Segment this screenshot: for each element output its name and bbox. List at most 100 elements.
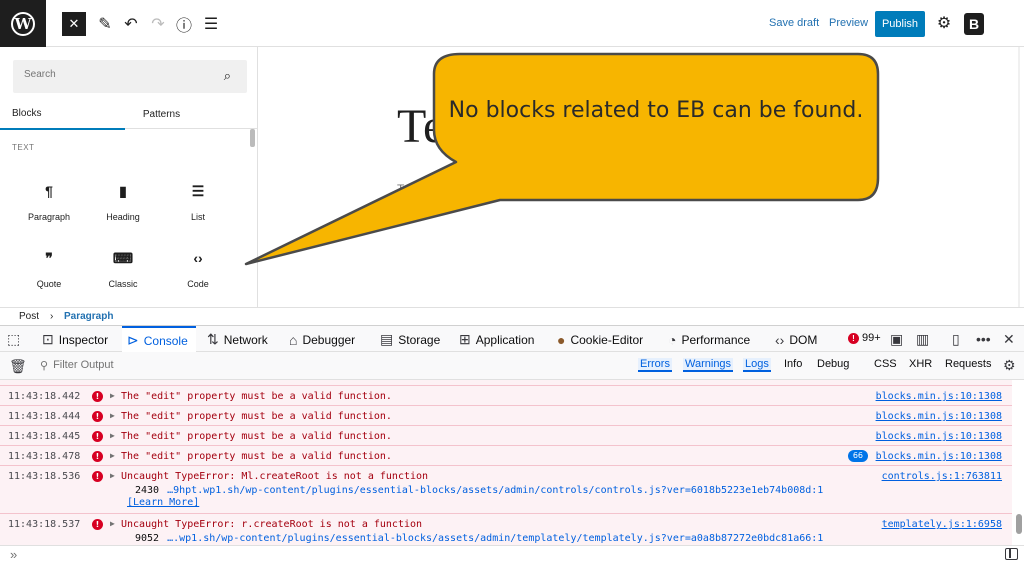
block-classic[interactable]: ⌨ Classic: [86, 247, 160, 303]
tab-inspector[interactable]: ⊡ Inspector: [38, 326, 112, 353]
filter-css[interactable]: CSS: [872, 358, 899, 370]
error-icon: !: [92, 391, 103, 402]
tab-cookie-editor[interactable]: ● Cookie-Editor: [557, 326, 643, 353]
bookmark-icon: ▮: [119, 183, 127, 199]
paragraph-icon: ¶: [45, 183, 53, 199]
block-label: Code: [187, 279, 209, 289]
more-options-icon[interactable]: •••: [976, 331, 991, 347]
console-settings-gear-icon[interactable]: ⚙: [1003, 357, 1016, 374]
block-list[interactable]: ☰ List: [161, 180, 235, 236]
undo-icon[interactable]: ↶: [119, 12, 143, 36]
block-search[interactable]: ⌕: [13, 60, 247, 93]
expand-twisty-icon[interactable]: ▶: [110, 391, 115, 400]
tab-application[interactable]: ⊞ Application: [459, 326, 534, 353]
console-row[interactable]: 11:43:18.536 ! ▶ Uncaught TypeError: Ml.…: [0, 466, 1012, 514]
preview-button[interactable]: Preview: [829, 17, 868, 29]
debugger-icon: ⌂: [289, 331, 298, 348]
block-quote[interactable]: ❞ Quote: [12, 247, 86, 303]
close-devtools-icon[interactable]: ✕: [1003, 331, 1015, 348]
stack-url[interactable]: ….wp1.sh/wp-content/plugins/essential-bl…: [167, 533, 823, 544]
learn-more-link[interactable]: [Learn More]: [127, 497, 199, 508]
filter-logs[interactable]: Logs: [743, 358, 771, 372]
application-grid-icon: ⊞: [459, 331, 471, 347]
pencil-icon[interactable]: ✎: [93, 12, 117, 36]
tab-performance[interactable]: ◔ Performance: [668, 326, 750, 353]
save-draft-button[interactable]: Save draft: [769, 17, 819, 29]
wordpress-logo[interactable]: W: [0, 0, 46, 47]
performance-gauge-icon: ◔: [668, 331, 677, 348]
search-icon: ⌕: [223, 68, 231, 83]
tab-blocks[interactable]: Blocks: [0, 99, 125, 130]
stack-frame: 2430 …9hpt.wp1.sh/wp-content/plugins/esse…: [135, 485, 823, 496]
source-link[interactable]: controls.js:1:763811: [882, 471, 1002, 482]
error-count-badge[interactable]: ! 99+: [848, 332, 881, 344]
filter-output-input[interactable]: ⚲ Filter Output: [40, 359, 340, 372]
brand-plugin-icon[interactable]: B: [964, 13, 984, 35]
list-icon: ☰: [191, 183, 205, 199]
dock-icon[interactable]: ▯: [952, 331, 960, 348]
console-row[interactable]: 11:43:18.537 ! ▶ Uncaught TypeError: r.c…: [0, 514, 1012, 545]
redo-icon[interactable]: ↷: [146, 12, 170, 36]
filter-info[interactable]: Info: [782, 358, 804, 370]
filter-requests[interactable]: Requests: [943, 358, 993, 370]
console-row[interactable]: 11:43:18.442 ! ▶ The "edit" property mus…: [0, 386, 1012, 406]
console-scrollbar[interactable]: [1016, 514, 1022, 534]
tab-console[interactable]: ⊳ Console: [122, 326, 196, 353]
settings-panel-icon[interactable]: ▥: [916, 331, 929, 348]
repeat-count-badge: 66: [847, 450, 868, 462]
breadcrumb-paragraph[interactable]: Paragraph: [64, 311, 113, 322]
info-icon[interactable]: ⓘ: [172, 12, 196, 36]
expand-twisty-icon[interactable]: ▶: [110, 411, 115, 420]
tab-dom[interactable]: ‹› DOM: [775, 326, 817, 353]
source-link[interactable]: blocks.min.js:10:1308: [876, 411, 1002, 422]
screenshot-frame: W ✕ ✎ ↶ ↷ ⓘ ☰ Save draft Preview Publish…: [0, 0, 1024, 585]
block-search-input[interactable]: [24, 69, 204, 80]
canvas-scrollbar[interactable]: [1018, 47, 1020, 307]
split-console-icon[interactable]: [1005, 548, 1018, 560]
console-row[interactable]: 11:43:18.444 ! ▶ The "edit" property mus…: [0, 406, 1012, 426]
tab-storage[interactable]: ▤ Storage: [380, 326, 440, 353]
timestamp: 11:43:18.536: [8, 471, 81, 482]
source-link[interactable]: templately.js:1:6958: [882, 519, 1002, 530]
source-link[interactable]: blocks.min.js:10:1308: [876, 451, 1002, 462]
tab-label: Performance: [681, 332, 751, 347]
expand-twisty-icon[interactable]: ▶: [110, 519, 115, 528]
timestamp: 11:43:18.444: [8, 411, 81, 422]
stack-line-number: 9052: [135, 533, 160, 544]
console-input-line[interactable]: »: [0, 545, 1024, 563]
tab-label: Application: [475, 332, 535, 347]
error-icon: !: [92, 471, 103, 482]
tab-network[interactable]: ⇅ Network: [207, 326, 268, 353]
category-label: TEXT: [12, 143, 35, 152]
element-picker-icon[interactable]: ⬚: [7, 331, 20, 348]
expand-twisty-icon[interactable]: ▶: [110, 471, 115, 480]
source-link[interactable]: blocks.min.js:10:1308: [876, 431, 1002, 442]
expand-twisty-icon[interactable]: ▶: [110, 451, 115, 460]
block-label: Paragraph: [27, 212, 71, 222]
block-paragraph[interactable]: ¶ Paragraph: [12, 180, 86, 236]
breadcrumb-post[interactable]: Post: [19, 311, 39, 322]
stack-url[interactable]: …9hpt.wp1.sh/wp-content/plugins/essentia…: [167, 485, 823, 496]
tab-debugger[interactable]: ⌂ Debugger: [289, 326, 355, 353]
filter-warnings[interactable]: Warnings: [683, 358, 734, 372]
screenshot-icon[interactable]: ▣: [890, 331, 903, 348]
publish-button[interactable]: Publish: [875, 11, 925, 37]
block-code[interactable]: ‹› Code: [161, 247, 235, 303]
wordpress-icon: W: [11, 11, 35, 36]
filter-xhr[interactable]: XHR: [907, 358, 934, 370]
trash-icon[interactable]: 🗑: [9, 358, 27, 375]
filter-errors[interactable]: Errors: [638, 358, 672, 372]
filter-icon: ⚲: [40, 360, 49, 372]
tab-label: Debugger: [302, 332, 356, 347]
close-inserter-button[interactable]: ✕: [62, 12, 86, 36]
console-row[interactable]: 11:43:18.478 ! ▶ The "edit" property mus…: [0, 446, 1012, 466]
list-view-icon[interactable]: ☰: [199, 12, 223, 36]
filter-debug[interactable]: Debug: [815, 358, 851, 370]
expand-twisty-icon[interactable]: ▶: [110, 431, 115, 440]
console-row[interactable]: 11:43:18.445 ! ▶ The "edit" property mus…: [0, 426, 1012, 446]
settings-gear-icon[interactable]: ⚙: [932, 11, 956, 35]
block-heading[interactable]: ▮ Heading: [86, 180, 160, 236]
source-link[interactable]: blocks.min.js:10:1308: [876, 391, 1002, 402]
inspector-icon: ⊡: [42, 331, 54, 347]
error-icon: !: [848, 332, 859, 344]
